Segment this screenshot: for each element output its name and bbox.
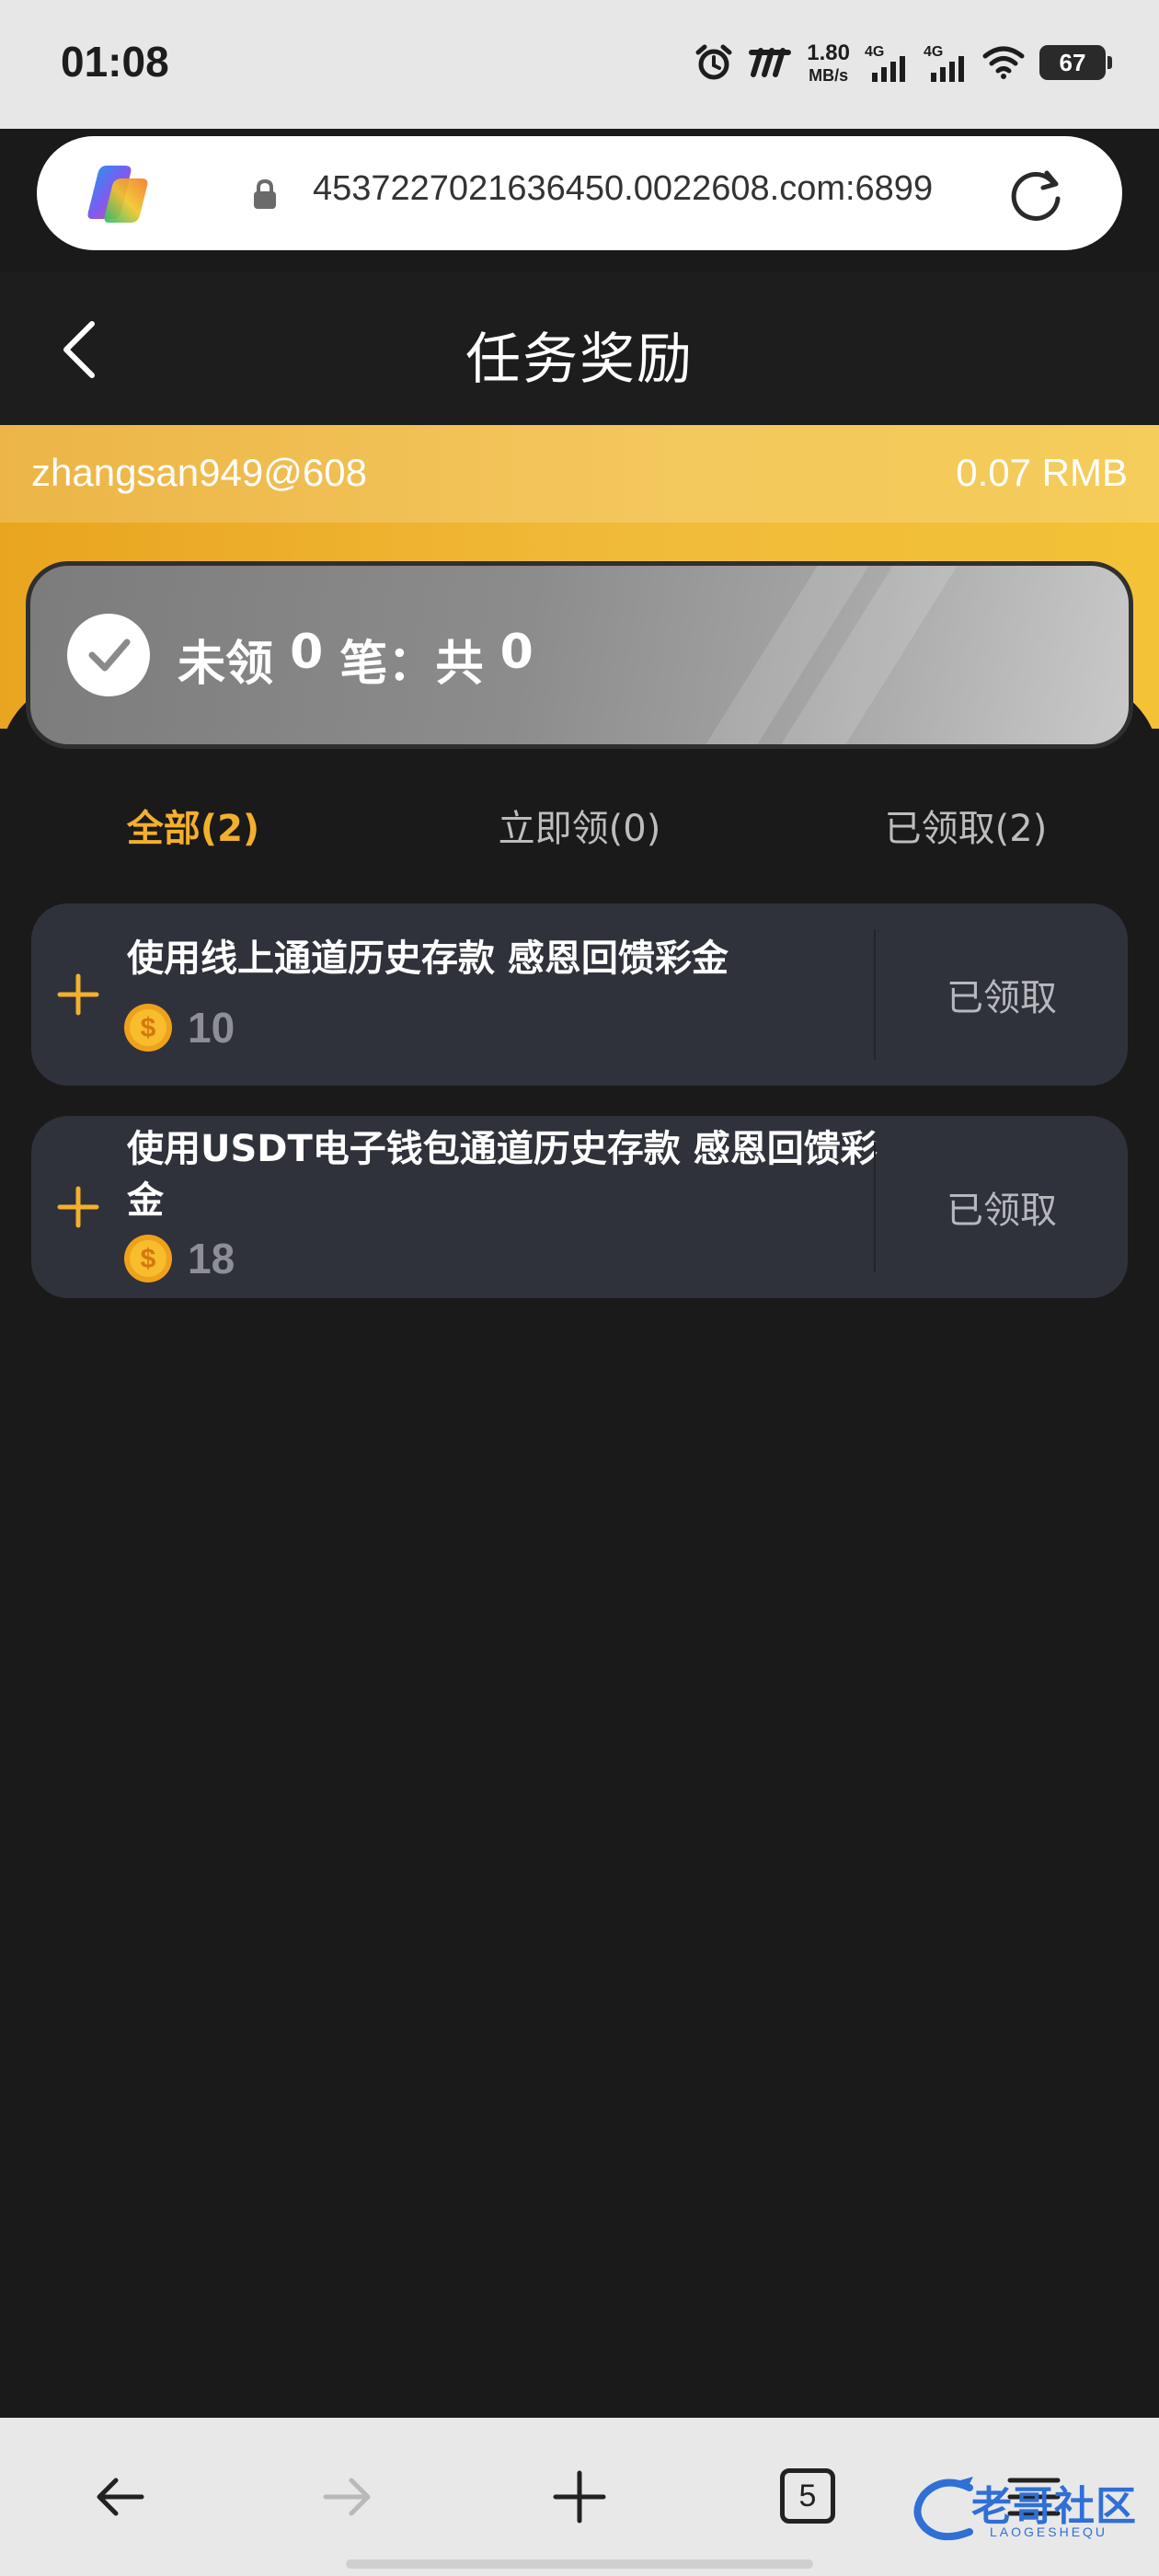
unclaimed-count: 0 xyxy=(290,625,324,680)
claimed-button[interactable]: 已领取 xyxy=(876,1116,1128,1298)
app-notification-icon xyxy=(749,48,792,77)
total-count: 0 xyxy=(499,625,534,680)
nav-back-icon[interactable] xyxy=(90,2467,149,2526)
battery-level: 67 xyxy=(1059,48,1086,76)
task-reward: $ 18 xyxy=(123,1234,235,1283)
status-icons: 1.80 MB/s 4G 4G 67 xyxy=(694,37,1112,88)
account-strip: zhangsan949@608 0.07 RMB xyxy=(0,425,1159,523)
status-time: 01:08 xyxy=(61,38,169,86)
wifi-icon xyxy=(982,46,1025,79)
expand-plus-icon[interactable] xyxy=(57,1186,99,1228)
filter-tabs: 全部(2) 立即领(0) 已领取(2) xyxy=(0,799,1159,863)
task-item: 使用USDT电子钱包通道历史存款 感恩回馈彩金 $ 18 已领取 xyxy=(31,1116,1128,1298)
net-speed: 1.80 MB/s xyxy=(807,40,850,85)
summary-text: 未领 0 笔：共 0 xyxy=(178,625,534,694)
new-tab-plus-icon[interactable] xyxy=(550,2467,609,2526)
summary-card: 未领 0 笔：共 0 xyxy=(26,561,1133,749)
browser-bottom-nav: 5 老哥社区 LAOGESHEQU xyxy=(0,2418,1159,2576)
signal-1-label: 4G xyxy=(865,44,884,60)
url-text[interactable]: 4537227021636450.0022608.com:6899 xyxy=(313,169,933,209)
expand-plus-icon[interactable] xyxy=(57,973,99,1016)
svg-text:$: $ xyxy=(141,1244,156,1274)
address-bar[interactable]: 4537227021636450.0022608.com:6899 xyxy=(37,136,1122,250)
reward-amount: 18 xyxy=(188,1235,235,1282)
tab-count-button[interactable]: 5 xyxy=(780,2468,835,2524)
alarm-icon xyxy=(695,44,732,80)
page-title: 任务奖励 xyxy=(465,328,694,392)
task-title: 使用USDT电子钱包通道历史存款 感恩回馈彩金 xyxy=(127,1128,878,1222)
coin-icon: $ xyxy=(124,1235,172,1282)
unclaimed-label: 未领 xyxy=(178,637,274,692)
app-header: 任务奖励 xyxy=(0,272,1159,425)
lock-icon xyxy=(254,178,276,209)
browser-logo-icon xyxy=(87,166,148,223)
battery-icon: 67 xyxy=(1039,45,1112,80)
net-speed-unit: MB/s xyxy=(809,65,849,85)
coin-icon: $ xyxy=(124,1004,172,1052)
task-item: 使用线上通道历史存款 感恩回馈彩金 $ 10 已领取 xyxy=(31,903,1128,1086)
nav-forward-icon[interactable] xyxy=(318,2467,377,2526)
claimed-button[interactable]: 已领取 xyxy=(876,903,1128,1086)
watermark: 老哥社区 LAOGESHEQU xyxy=(905,2467,1144,2550)
task-reward: $ 10 xyxy=(123,1003,235,1052)
watermark-text: 老哥社区 xyxy=(971,2483,1137,2530)
tab-claimed[interactable]: 已领取(2) xyxy=(885,799,1048,852)
watermark-subtext: LAOGESHEQU xyxy=(990,2524,1108,2539)
home-indicator[interactable] xyxy=(346,2559,813,2569)
status-bar: 01:08 1.80 MB/s 4G 4G 67 xyxy=(0,0,1159,129)
balance: 0.07 RMB xyxy=(956,451,1128,494)
reload-icon[interactable] xyxy=(1004,162,1067,224)
signal-icon: 4G xyxy=(924,44,964,82)
svg-text:$: $ xyxy=(141,1013,156,1043)
net-speed-value: 1.80 xyxy=(807,40,850,65)
check-icon xyxy=(67,614,150,696)
tab-claim-now[interactable]: 立即领(0) xyxy=(499,799,661,852)
signal-icon: 4G xyxy=(865,44,905,82)
username: zhangsan949@608 xyxy=(31,451,367,494)
total-label: 共 xyxy=(435,637,484,692)
signal-2-label: 4G xyxy=(924,44,943,60)
reward-amount: 10 xyxy=(188,1004,235,1052)
count-unit-label: 笔： xyxy=(339,637,436,692)
tab-all[interactable]: 全部(2) xyxy=(127,799,259,852)
task-title: 使用线上通道历史存款 感恩回馈彩金 xyxy=(127,937,729,980)
